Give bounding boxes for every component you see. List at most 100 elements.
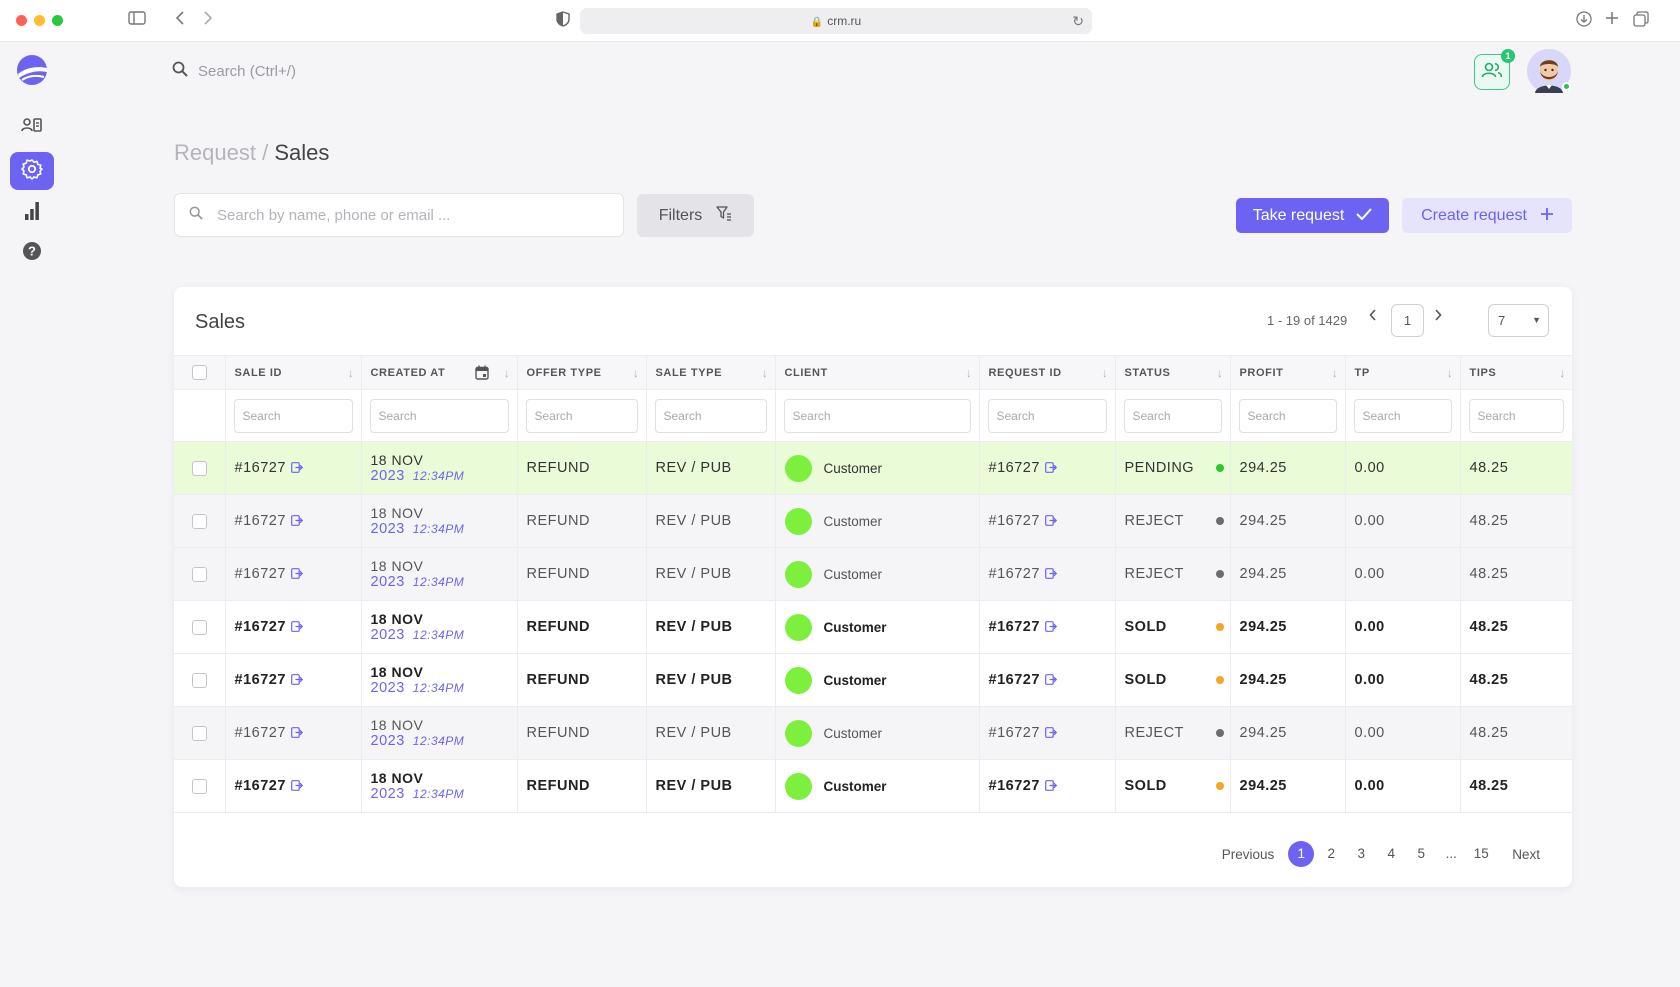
sidebar-item-help[interactable]: ? — [10, 234, 54, 272]
open-link-icon[interactable] — [290, 779, 304, 795]
sort-arrow-icon[interactable]: ↓ — [1217, 366, 1224, 380]
page-size-select[interactable]: 7 ▼ — [1488, 304, 1549, 337]
sort-arrow-icon[interactable]: ↓ — [762, 366, 769, 380]
row-checkbox[interactable] — [191, 725, 207, 741]
open-link-icon[interactable] — [1044, 726, 1058, 742]
client-name[interactable]: Customer — [824, 620, 887, 635]
request-id[interactable]: #16727 — [989, 778, 1040, 794]
open-link-icon[interactable] — [1044, 514, 1058, 530]
table-row[interactable]: #16727 18 NOV 2023 12:34PM REFUND REV / PUB Cu… — [174, 706, 1572, 760]
column-header[interactable]: PROFIT ↓ — [1230, 355, 1346, 390]
sidebar-item-settings[interactable] — [10, 152, 54, 190]
page-link-1[interactable]: 1 — [1288, 841, 1315, 867]
next-page-link[interactable]: Next — [1512, 847, 1540, 862]
request-id[interactable]: #16727 — [989, 513, 1040, 529]
row-checkbox[interactable] — [191, 460, 207, 476]
request-id[interactable]: #16727 — [989, 566, 1040, 582]
open-link-icon[interactable] — [290, 673, 304, 689]
create-request-button[interactable]: Create request — [1402, 198, 1572, 233]
column-header[interactable]: SALE ID ↓ — [225, 355, 362, 390]
download-icon[interactable] — [1576, 11, 1592, 32]
row-checkbox[interactable] — [191, 513, 207, 529]
column-header[interactable]: TP ↓ — [1345, 355, 1461, 390]
column-search-input[interactable] — [1468, 398, 1564, 433]
table-row[interactable]: #16727 18 NOV 2023 12:34PM REFUND REV / PUB Cu… — [174, 441, 1572, 495]
column-search-input[interactable] — [1123, 398, 1222, 433]
open-link-icon[interactable] — [1044, 567, 1058, 583]
sale-id[interactable]: #16727 — [235, 460, 286, 476]
close-window-button[interactable] — [16, 15, 27, 26]
sale-id[interactable]: #16727 — [235, 513, 286, 529]
row-checkbox[interactable] — [191, 778, 207, 794]
new-tab-icon[interactable] — [1605, 11, 1619, 30]
sort-arrow-icon[interactable]: ↓ — [504, 366, 511, 380]
main-search-input[interactable] — [217, 206, 597, 224]
main-search[interactable] — [174, 193, 624, 237]
sale-id[interactable]: #16727 — [235, 672, 286, 688]
column-header[interactable]: CLIENT ↓ — [775, 355, 980, 390]
column-search-input[interactable] — [525, 398, 638, 433]
sidebar-item-reports[interactable] — [10, 194, 54, 232]
calendar-icon[interactable] — [474, 365, 489, 383]
sale-id[interactable]: #16727 — [235, 725, 286, 741]
sort-arrow-icon[interactable]: ↓ — [1332, 366, 1339, 380]
back-icon[interactable] — [175, 11, 185, 30]
maximize-window-button[interactable] — [52, 15, 63, 26]
table-row[interactable]: #16727 18 NOV 2023 12:34PM REFUND REV / PUB Cu… — [174, 600, 1572, 654]
sort-arrow-icon[interactable]: ↓ — [1559, 366, 1566, 380]
page-link-2[interactable]: 2 — [1318, 841, 1344, 867]
column-search-input[interactable] — [369, 398, 509, 433]
row-checkbox[interactable] — [191, 566, 207, 582]
open-link-icon[interactable] — [1044, 620, 1058, 636]
request-id[interactable]: #16727 — [989, 672, 1040, 688]
table-row[interactable]: #16727 18 NOV 2023 12:34PM REFUND REV / PUB Cu… — [174, 759, 1572, 813]
sale-id[interactable]: #16727 — [235, 778, 286, 794]
privacy-shield-icon[interactable] — [556, 11, 570, 32]
tabs-overview-icon[interactable] — [1633, 11, 1649, 32]
sort-arrow-icon[interactable]: ↓ — [1102, 366, 1109, 380]
request-id[interactable]: #16727 — [989, 725, 1040, 741]
column-search-input[interactable] — [987, 398, 1107, 433]
open-link-icon[interactable] — [290, 726, 304, 742]
request-id[interactable]: #16727 — [989, 619, 1040, 635]
page-link-3[interactable]: 3 — [1348, 841, 1374, 867]
column-header[interactable]: TIPS ↓ — [1460, 355, 1572, 390]
row-checkbox[interactable] — [191, 619, 207, 635]
page-link-last[interactable]: 15 — [1468, 841, 1494, 867]
table-row[interactable]: #16727 18 NOV 2023 12:34PM REFUND REV / PUB Cu… — [174, 653, 1572, 707]
reload-icon[interactable]: ↻ — [1072, 8, 1084, 34]
sale-id[interactable]: #16727 — [235, 619, 286, 635]
sort-arrow-icon[interactable]: ↓ — [966, 366, 973, 380]
open-link-icon[interactable] — [290, 620, 304, 636]
column-header[interactable]: SALE TYPE ↓ — [646, 355, 776, 390]
chevron-left-icon[interactable] — [1369, 308, 1377, 326]
column-search-input[interactable] — [1238, 398, 1337, 433]
sort-arrow-icon[interactable]: ↓ — [348, 366, 355, 380]
page-link-5[interactable]: 5 — [1408, 841, 1434, 867]
minimize-window-button[interactable] — [34, 15, 45, 26]
client-name[interactable]: Customer — [824, 514, 883, 529]
open-link-icon[interactable] — [1044, 779, 1058, 795]
page-link-4[interactable]: 4 — [1378, 841, 1404, 867]
app-logo[interactable] — [16, 54, 48, 86]
previous-page-link[interactable]: Previous — [1222, 847, 1275, 862]
column-search-input[interactable] — [783, 398, 971, 433]
row-checkbox[interactable] — [191, 672, 207, 688]
table-row[interactable]: #16727 18 NOV 2023 12:34PM REFUND REV / PUB Cu… — [174, 494, 1572, 548]
open-link-icon[interactable] — [290, 514, 304, 530]
column-header[interactable]: CREATED AT ↓ — [361, 355, 518, 390]
column-search-input[interactable] — [233, 398, 353, 433]
sort-arrow-icon[interactable]: ↓ — [633, 366, 640, 380]
sort-arrow-icon[interactable]: ↓ — [1447, 366, 1454, 380]
open-link-icon[interactable] — [1044, 673, 1058, 689]
client-name[interactable]: Customer — [824, 726, 883, 741]
column-header[interactable]: OFFER TYPE ↓ — [517, 355, 647, 390]
user-avatar[interactable] — [1527, 49, 1571, 93]
address-bar[interactable]: 🔒 crm.ru ↻ — [580, 8, 1092, 34]
chevron-right-icon[interactable] — [1434, 308, 1442, 326]
open-link-icon[interactable] — [290, 567, 304, 583]
global-search[interactable]: Search (Ctrl+/) — [172, 60, 296, 82]
client-name[interactable]: Customer — [824, 567, 883, 582]
column-search-input[interactable] — [1353, 398, 1452, 433]
select-all-checkbox[interactable] — [191, 365, 207, 380]
